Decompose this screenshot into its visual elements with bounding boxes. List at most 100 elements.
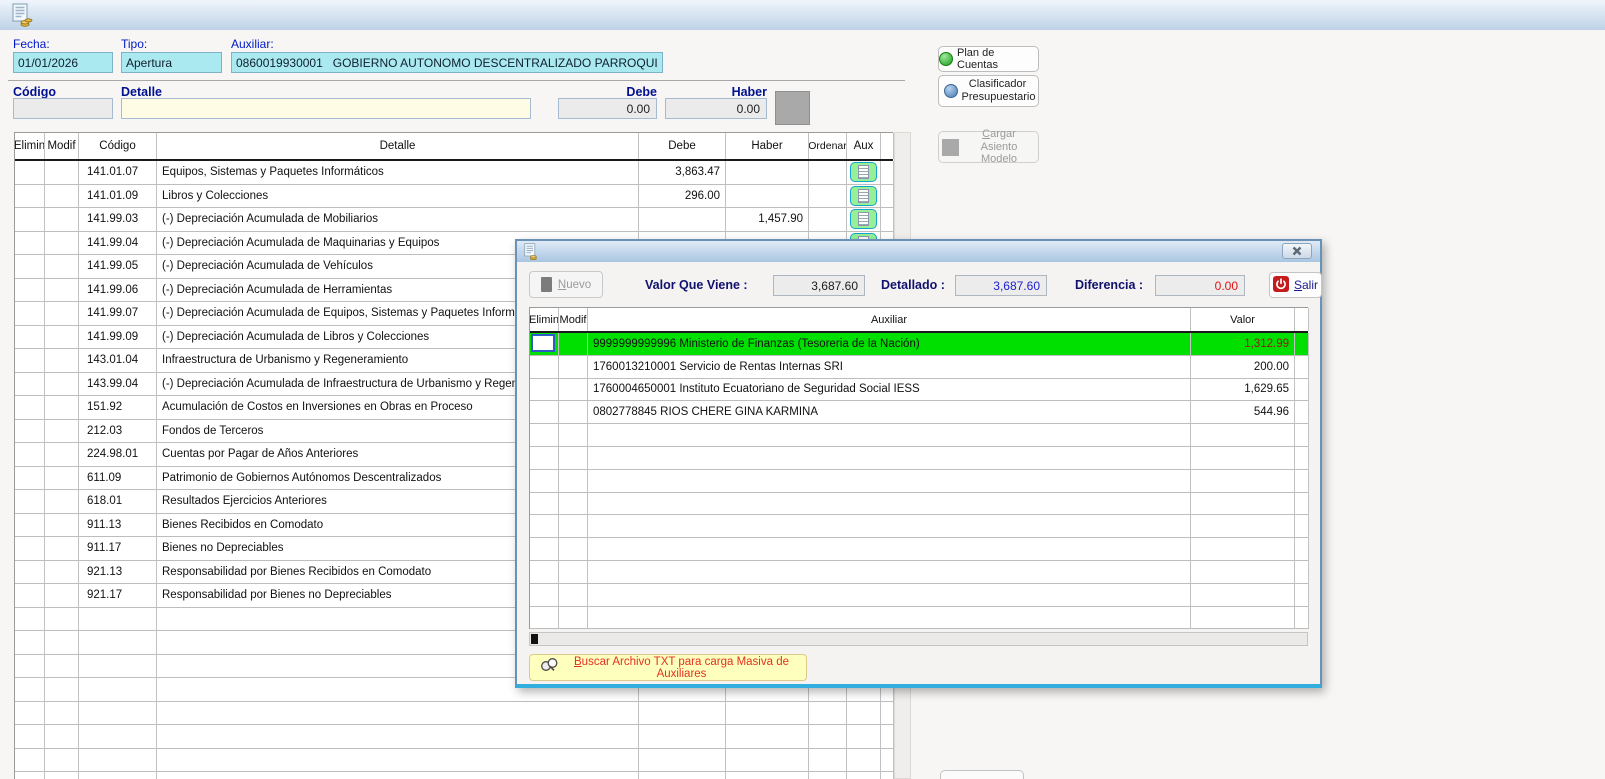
entry-action-button[interactable] (775, 91, 810, 125)
auxiliar-row-empty[interactable] (530, 584, 1308, 607)
cell-elimin[interactable] (15, 420, 45, 444)
cell-elimin[interactable] (15, 279, 45, 303)
aux-detail-button[interactable] (850, 162, 877, 182)
valor-que-viene-label: Valor Que Viene : (645, 278, 748, 292)
account-row-empty[interactable] (15, 702, 893, 726)
auxiliar-row-empty[interactable] (530, 424, 1308, 447)
cell-modif[interactable] (45, 514, 79, 538)
auxiliar-row-empty[interactable] (530, 538, 1308, 561)
cell-modif[interactable] (45, 326, 79, 350)
cell-elimin[interactable] (530, 401, 559, 424)
bottom-partial-button[interactable] (940, 770, 1024, 779)
codigo-entry-input[interactable] (13, 98, 113, 119)
cell-modif[interactable] (45, 255, 79, 279)
cell-modif[interactable] (559, 379, 588, 402)
cell-elimin[interactable] (15, 443, 45, 467)
cell-modif[interactable] (45, 373, 79, 397)
clasificador-presupuestario-button[interactable]: Clasificador Presupuestario (938, 75, 1039, 107)
header-debe: Debe (639, 133, 726, 159)
buscar-archivo-txt-button[interactable]: Buscar Archivo TXT para carga Masiva de … (529, 654, 807, 681)
cell-modif[interactable] (45, 537, 79, 561)
cell-haber (726, 185, 809, 209)
cell-elimin[interactable] (15, 255, 45, 279)
auxiliar-row-empty[interactable] (530, 515, 1308, 538)
account-row-empty[interactable] (15, 772, 893, 779)
cell-modif[interactable] (45, 208, 79, 232)
cell-elimin[interactable] (15, 490, 45, 514)
cell-elimin[interactable] (15, 326, 45, 350)
journal-coins-icon (522, 243, 539, 266)
account-row-empty[interactable] (15, 749, 893, 773)
cell-modif[interactable] (559, 333, 588, 356)
cell-elimin[interactable] (15, 514, 45, 538)
account-row[interactable]: 141.99.03(-) Depreciación Acumulada de M… (15, 208, 893, 232)
close-icon[interactable] (1282, 243, 1312, 259)
cell-modif[interactable] (559, 356, 588, 379)
auxiliar-row-empty[interactable] (530, 447, 1308, 470)
cell-modif[interactable] (45, 232, 79, 256)
cell-elimin-focused[interactable] (530, 333, 559, 356)
cell-modif[interactable] (45, 302, 79, 326)
cell-elimin[interactable] (530, 356, 559, 379)
header-filler (881, 133, 894, 159)
cell-elimin[interactable] (15, 561, 45, 585)
cell-modif[interactable] (45, 420, 79, 444)
header-codigo: Código (79, 133, 157, 159)
cell-elimin[interactable] (15, 232, 45, 256)
account-row[interactable]: 141.01.09Libros y Colecciones296.00 (15, 185, 893, 209)
cell-elimin[interactable] (15, 208, 45, 232)
cell-modif[interactable] (45, 467, 79, 491)
dialog-hscrollbar[interactable] (529, 632, 1308, 646)
cell-elimin[interactable] (15, 467, 45, 491)
tipo-input[interactable] (121, 52, 222, 73)
auxiliar-row-empty[interactable] (530, 561, 1308, 584)
cell-modif[interactable] (45, 185, 79, 209)
cell-elimin[interactable] (15, 396, 45, 420)
nuevo-button[interactable]: Nuevo (529, 271, 603, 298)
auxiliar-row[interactable]: 1760004650001 Instituto Ecuatoriano de S… (530, 379, 1308, 402)
cell-modif[interactable] (45, 584, 79, 608)
cell-elimin[interactable] (15, 161, 45, 185)
cell-elimin[interactable] (15, 537, 45, 561)
cargar-asiento-modelo-button[interactable]: Cargar Asiento Modelo (938, 131, 1039, 163)
auxiliar-row-empty[interactable] (530, 470, 1308, 493)
hscroll-thumb[interactable] (531, 634, 538, 644)
debe-entry-field[interactable]: 0.00 (558, 98, 657, 119)
auxiliar-row[interactable]: 1760013210001 Servicio de Rentas Interna… (530, 356, 1308, 379)
auxiliar-row-empty[interactable] (530, 493, 1308, 516)
cell-elimin[interactable] (15, 584, 45, 608)
cell-modif[interactable] (45, 349, 79, 373)
cell-modif[interactable] (45, 443, 79, 467)
cell-elimin[interactable] (530, 379, 559, 402)
cell-elimin[interactable] (15, 349, 45, 373)
salir-button[interactable]: Salir (1269, 272, 1322, 298)
cell-codigo: 141.99.03 (79, 208, 157, 232)
codigo-label: Código (13, 85, 56, 99)
auxiliar-row-empty[interactable] (530, 607, 1308, 630)
cell-modif[interactable] (45, 490, 79, 514)
cell-elimin[interactable] (15, 373, 45, 397)
document-icon (541, 277, 552, 292)
auxiliar-row-selected[interactable]: 9999999999996 Ministerio de Finanzas (Te… (530, 333, 1308, 356)
fecha-input[interactable] (13, 52, 113, 73)
account-row-empty[interactable] (15, 725, 893, 749)
cell-modif[interactable] (45, 396, 79, 420)
header-auxiliar: Auxiliar (588, 308, 1191, 331)
cell-codigo: 141.01.09 (79, 185, 157, 209)
auxiliar-input[interactable] (231, 52, 663, 73)
cell-elimin[interactable] (15, 302, 45, 326)
account-row[interactable]: 141.01.07Equipos, Sistemas y Paquetes In… (15, 161, 893, 185)
cell-modif[interactable] (559, 401, 588, 424)
plan-de-cuentas-button[interactable]: Plan de Cuentas (938, 46, 1039, 72)
haber-entry-field[interactable]: 0.00 (665, 98, 767, 119)
detalle-entry-input[interactable] (121, 98, 531, 119)
aux-detail-button[interactable] (850, 209, 877, 229)
cell-elimin[interactable] (15, 185, 45, 209)
binoculars-icon (540, 657, 559, 678)
auxiliar-row[interactable]: 0802778845 RIOS CHERE GINA KARMINA544.96 (530, 401, 1308, 424)
cell-codigo: 611.09 (79, 467, 157, 491)
aux-detail-button[interactable] (850, 186, 877, 206)
cell-modif[interactable] (45, 561, 79, 585)
cell-modif[interactable] (45, 161, 79, 185)
cell-modif[interactable] (45, 279, 79, 303)
